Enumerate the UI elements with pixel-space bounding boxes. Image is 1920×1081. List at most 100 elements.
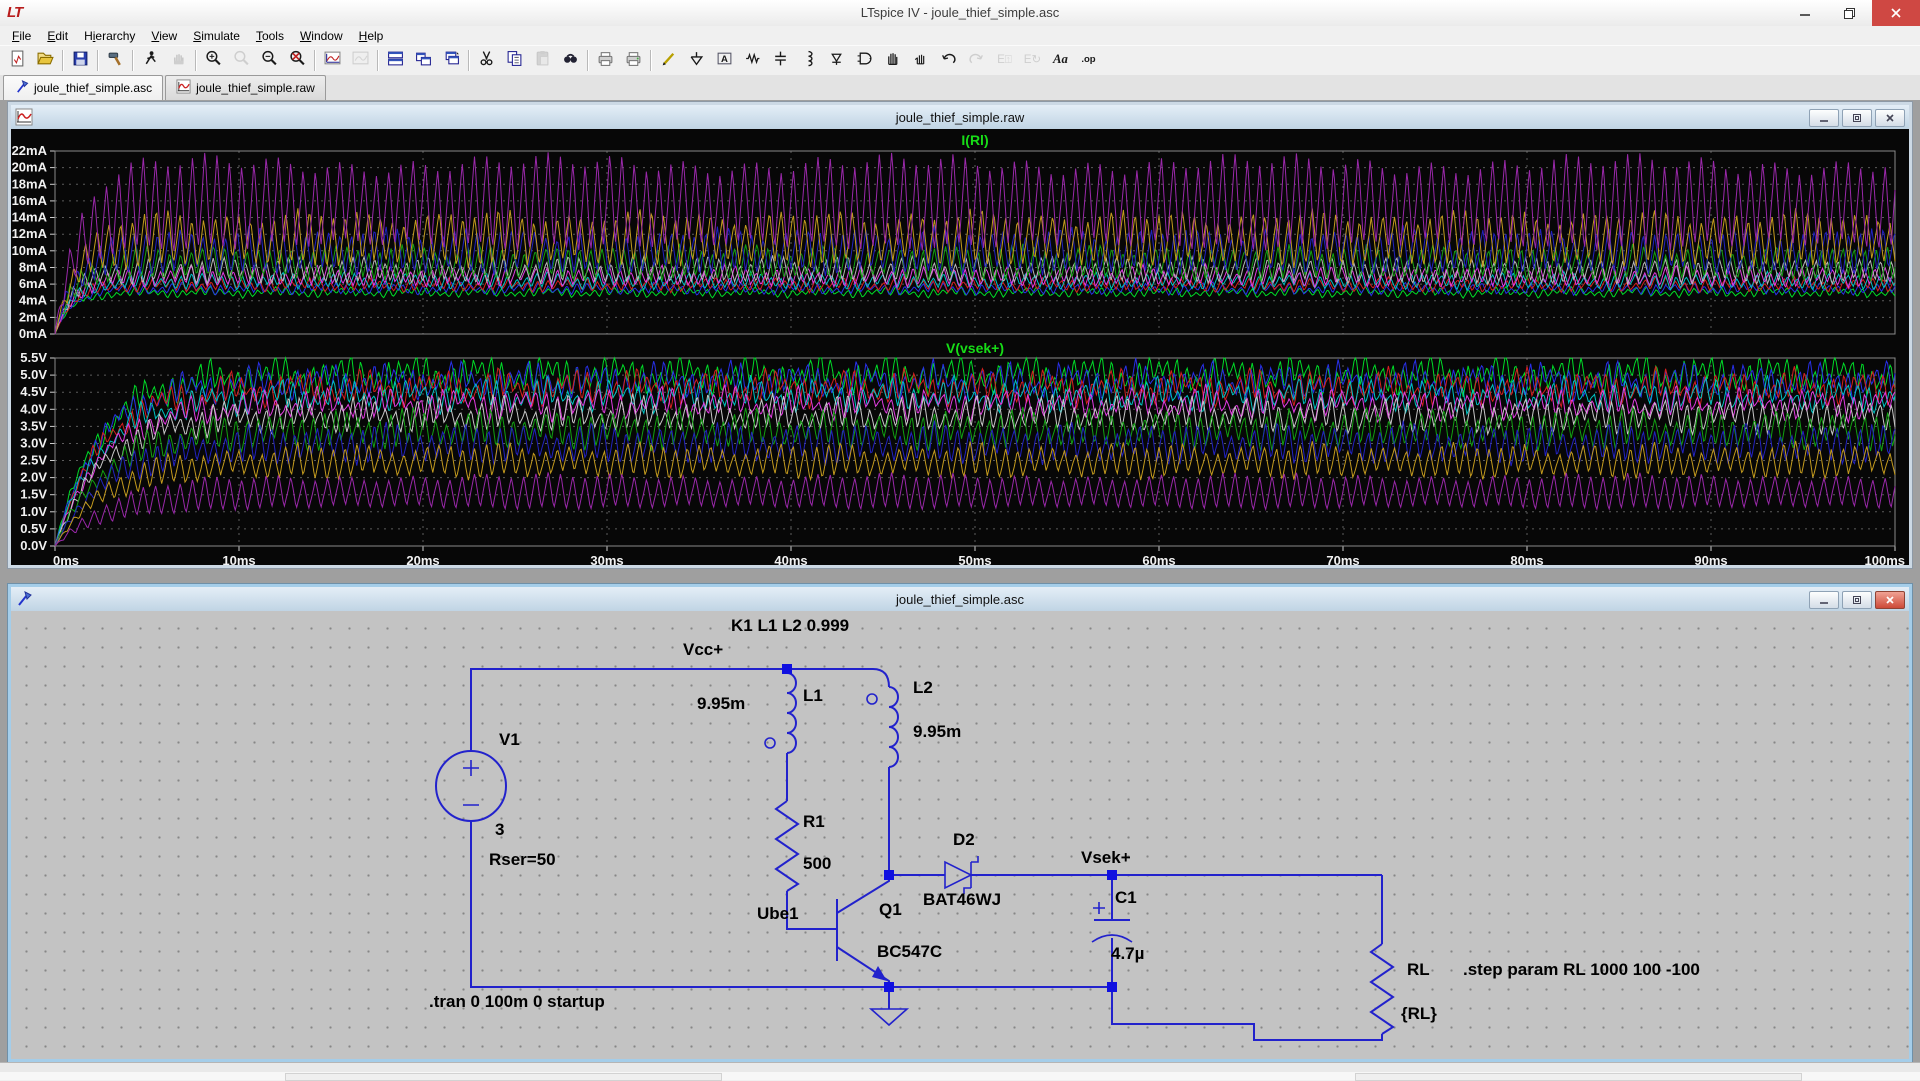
l1-name[interactable]: L1 (803, 687, 823, 705)
app-close-button[interactable] (1872, 0, 1920, 26)
restore-icon (1843, 7, 1856, 20)
rl-value[interactable]: {RL} (1401, 1005, 1437, 1023)
voltage-source-v1[interactable] (436, 751, 506, 821)
capacitor-button[interactable] (766, 47, 794, 74)
schematic-restore-button[interactable] (1842, 591, 1872, 609)
resistor-button[interactable] (738, 47, 766, 74)
inductor-l2[interactable] (867, 687, 898, 767)
v1-value[interactable]: 3 (495, 821, 504, 839)
c1-name[interactable]: C1 (1115, 889, 1137, 907)
cascade-button[interactable] (437, 47, 465, 74)
trace-label[interactable]: V(vsek+) (946, 340, 1004, 356)
waveform-close-button[interactable] (1875, 109, 1905, 127)
menu-hierarchy[interactable]: Hierarchy (76, 27, 143, 45)
schematic-window-titlebar[interactable]: joule_thief_simple.asc (11, 587, 1909, 611)
menu-window[interactable]: Window (292, 27, 351, 45)
transistor-q1[interactable] (837, 875, 889, 987)
y-tick-label: 3.0V (20, 436, 47, 451)
cut-button[interactable] (472, 47, 500, 74)
d2-name[interactable]: D2 (953, 831, 975, 849)
l1-value[interactable]: 9.95m (697, 695, 745, 713)
tab-joule_thief_simple.raw[interactable]: joule_thief_simple.raw (165, 75, 326, 100)
q1-model[interactable]: BC547C (877, 943, 942, 961)
net-label-vsek[interactable]: Vsek+ (1081, 849, 1131, 867)
plot-pane-1: 0mA2mA4mA6mA8mA10mA12mA14mA16mA18mA20mA2… (12, 132, 1895, 341)
autorange-button[interactable] (318, 47, 346, 74)
v1-series-resistance[interactable]: Rser=50 (489, 851, 556, 869)
move-button[interactable] (878, 47, 906, 74)
label-button[interactable]: A (710, 47, 738, 74)
drag-button[interactable] (906, 47, 934, 74)
print-button[interactable] (619, 47, 647, 74)
wire-button[interactable] (654, 47, 682, 74)
schematic-minimize-button[interactable] (1809, 591, 1839, 609)
spice-directive-button[interactable]: .op (1074, 47, 1102, 74)
schematic-canvas[interactable]: K1 L1 L2 0.999 Vcc+ V1 3 Rser=50 9.95m L… (11, 611, 1909, 1059)
y-tick-label: 18mA (12, 176, 48, 191)
tran-directive[interactable]: .tran 0 100m 0 startup (429, 993, 605, 1011)
menu-simulate[interactable]: Simulate (185, 27, 248, 45)
plot-canvas[interactable]: 0mA2mA4mA6mA8mA10mA12mA14mA16mA18mA20mA2… (11, 129, 1909, 565)
app-titlebar[interactable]: LT LTspice IV - joule_thief_simple.asc (0, 0, 1920, 27)
pan-view-button (346, 47, 374, 74)
svg-text:.op: .op (1081, 54, 1095, 65)
l2-value[interactable]: 9.95m (913, 723, 961, 741)
trace-label[interactable]: I(Rl) (961, 132, 988, 148)
step-directive[interactable]: .step param RL 1000 100 -100 (1463, 961, 1700, 979)
run-button[interactable] (136, 47, 164, 74)
menu-view[interactable]: View (143, 27, 185, 45)
diode-button[interactable] (822, 47, 850, 74)
y-tick-label: 0.0V (20, 538, 47, 553)
ground-button[interactable] (682, 47, 710, 74)
resistor-r1[interactable] (776, 801, 798, 891)
save-button[interactable] (66, 47, 94, 74)
zoom-back-icon (233, 50, 250, 72)
tab-joule_thief_simple.asc[interactable]: joule_thief_simple.asc (3, 75, 163, 100)
zoom-out-button[interactable] (255, 47, 283, 74)
net-label-vcc[interactable]: Vcc+ (683, 641, 723, 659)
inductor-button[interactable] (794, 47, 822, 74)
y-tick-label: 22mA (12, 143, 48, 158)
print-preview-button[interactable] (591, 47, 619, 74)
menu-tools[interactable]: Tools (248, 27, 292, 45)
find-button[interactable] (556, 47, 584, 74)
q1-name[interactable]: Q1 (879, 901, 902, 919)
svg-text:E⍐: E⍐ (997, 52, 1012, 65)
waveform-minimize-button[interactable] (1809, 109, 1839, 127)
r1-name[interactable]: R1 (803, 813, 825, 831)
zoom-full-button[interactable] (283, 47, 311, 74)
zoom-in-button[interactable] (199, 47, 227, 74)
copy-button[interactable] (500, 47, 528, 74)
l2-name[interactable]: L2 (913, 679, 933, 697)
component-button[interactable] (850, 47, 878, 74)
menu-file[interactable]: File (4, 27, 39, 45)
undo-button[interactable] (934, 47, 962, 74)
copy-icon (506, 50, 523, 72)
schematic-close-button[interactable] (1875, 591, 1905, 609)
waveform-restore-button[interactable] (1842, 109, 1872, 127)
d2-model[interactable]: BAT46WJ (923, 891, 1001, 909)
tile-vertical-button[interactable] (409, 47, 437, 74)
open-file-button[interactable] (31, 47, 59, 74)
tile-horizontal-button[interactable] (381, 47, 409, 74)
c1-value[interactable]: 4.7µ (1111, 945, 1144, 963)
plot-area[interactable]: 0mA2mA4mA6mA8mA10mA12mA14mA16mA18mA20mA2… (11, 129, 1909, 565)
ground-symbol[interactable] (871, 1009, 907, 1025)
inductor-l1[interactable] (765, 673, 796, 753)
net-label-ube1[interactable]: Ube1 (757, 905, 799, 923)
coupling-directive[interactable]: K1 L1 L2 0.999 (731, 617, 849, 635)
new-schematic-button[interactable] (3, 47, 31, 74)
r1-value[interactable]: 500 (803, 855, 831, 873)
toolbar-separator (132, 50, 133, 71)
waveform-window-titlebar[interactable]: joule_thief_simple.raw (11, 105, 1909, 129)
text-button[interactable]: Aa (1046, 47, 1074, 74)
menu-help[interactable]: Help (351, 27, 392, 45)
resistor-rl[interactable] (1371, 944, 1393, 1034)
v1-name[interactable]: V1 (499, 731, 520, 749)
app-restore-button[interactable] (1827, 0, 1872, 26)
rl-name[interactable]: RL (1407, 961, 1430, 979)
app-minimize-button[interactable] (1782, 0, 1827, 26)
waveform-window-title: joule_thief_simple.raw (896, 110, 1025, 125)
menu-edit[interactable]: Edit (39, 27, 76, 45)
control-panel-button[interactable] (101, 47, 129, 74)
